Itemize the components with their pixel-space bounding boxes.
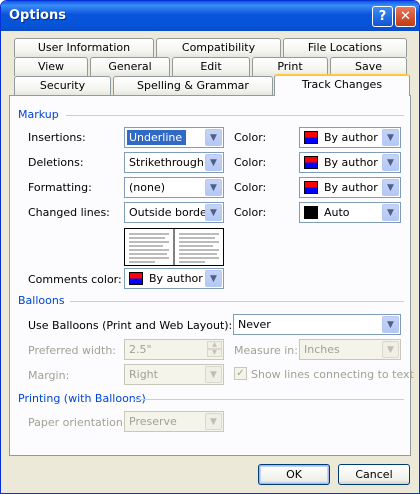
insertions-color-select[interactable]: By author ▼ [299,127,401,148]
insertions-color-label: Color: [234,131,267,144]
insertions-select[interactable]: Underline ▼ [124,127,224,148]
tab-user-information[interactable]: User Information [14,38,154,57]
formatting-color-value: By author [324,181,378,194]
changed-lines-value: Outside border [129,206,212,219]
show-lines-label: Show lines connecting to text [251,368,414,381]
color-swatch-icon [304,131,318,144]
changed-lines-select[interactable]: Outside border ▼ [124,202,224,223]
chevron-down-icon[interactable]: ▼ [205,179,222,196]
color-swatch-icon [304,156,318,169]
measure-in-label: Measure in: [234,344,298,357]
use-balloons-select[interactable]: Never ▼ [233,314,401,335]
tab-edit[interactable]: Edit [172,57,250,76]
insertions-color-value: By author [324,131,378,144]
color-swatch-icon [304,206,318,219]
chevron-down-icon[interactable]: ▼ [205,413,222,430]
measure-in-select[interactable]: Inches ▼ [299,339,401,360]
preferred-width-value: 2.5" [129,343,152,356]
tab-view[interactable]: View [14,57,88,76]
tab-spelling-grammar[interactable]: Spelling & Grammar [113,76,273,95]
comments-color-select[interactable]: By author ▼ [124,268,224,289]
chevron-down-icon[interactable]: ▼ [205,270,222,287]
preferred-width-label: Preferred width: [28,344,117,357]
deletions-color-label: Color: [234,156,267,169]
chevron-down-icon[interactable]: ▼ [382,204,399,221]
deletions-color-value: By author [324,156,378,169]
tab-file-locations[interactable]: File Locations [283,38,407,57]
paper-orientation-value: Preserve [129,415,177,428]
formatting-color-label: Color: [234,181,267,194]
color-swatch-icon [304,181,318,194]
tab-panel-track-changes: Markup Insertions: Underline ▼ Color: By… [9,95,414,456]
preview-lines-icon [129,229,219,265]
balloons-divider [70,301,404,302]
markup-heading: Markup [18,108,59,121]
tab-track-changes[interactable]: Track Changes [274,74,410,96]
deletions-select[interactable]: Strikethrough ▼ [124,152,224,173]
paper-orientation-select[interactable]: Preserve ▼ [124,411,224,432]
insertions-value: Underline [127,130,187,145]
deletions-color-select[interactable]: By author ▼ [299,152,401,173]
close-button[interactable]: ✕ [395,6,416,27]
printing-heading: Printing (with Balloons) [18,392,146,405]
spin-arrows-icon[interactable]: ▲ ▼ [207,341,222,358]
help-button[interactable]: ? [372,6,393,27]
changed-lines-color-value: Auto [324,206,350,219]
dialog-title: Options [9,8,66,23]
formatting-value: (none) [129,181,166,194]
options-dialog: Options ? ✕ User Information Compatibili… [0,0,420,494]
printing-divider [134,399,404,400]
chevron-down-icon[interactable]: ▼ [205,204,222,221]
chevron-down-icon[interactable]: ▼ [382,341,399,358]
margin-value: Right [129,368,158,381]
tab-compatibility[interactable]: Compatibility [156,38,281,57]
comments-color-value: By author [149,272,203,285]
formatting-select[interactable]: (none) ▼ [124,177,224,198]
use-balloons-value: Never [238,318,271,331]
formatting-label: Formatting: [28,181,92,194]
chevron-down-icon[interactable]: ▼ [205,129,222,146]
comments-color-label: Comments color: [28,273,122,286]
use-balloons-label: Use Balloons (Print and Web Layout): [28,319,233,332]
markup-divider [66,115,404,116]
insertions-label: Insertions: [28,131,86,144]
color-swatch-icon [129,272,143,285]
chevron-down-icon[interactable]: ▼ [382,179,399,196]
deletions-value: Strikethrough [129,156,204,169]
tab-security[interactable]: Security [14,76,111,95]
measure-in-value: Inches [304,343,340,356]
chevron-down-icon[interactable]: ▼ [382,316,399,333]
show-lines-checkbox[interactable]: ✓ [234,367,247,380]
paper-orientation-label: Paper orientation: [28,416,127,429]
chevron-down-icon[interactable]: ▼ [205,154,222,171]
formatting-color-select[interactable]: By author ▼ [299,177,401,198]
margin-label: Margin: [28,369,70,382]
ok-button[interactable]: OK [258,464,330,485]
margin-select[interactable]: Right ▼ [124,364,224,385]
balloons-heading: Balloons [18,294,65,307]
deletions-label: Deletions: [28,156,84,169]
changed-lines-color-select[interactable]: Auto ▼ [299,202,401,223]
tab-general[interactable]: General [90,57,170,76]
chevron-down-icon[interactable]: ▼ [382,154,399,171]
cancel-button[interactable]: Cancel [338,464,410,485]
changed-lines-preview [124,228,224,266]
title-bar[interactable]: Options ? ✕ [1,1,419,31]
chevron-down-icon[interactable]: ▼ [205,366,222,383]
preferred-width-spinner[interactable]: 2.5" ▲ ▼ [124,339,224,360]
changed-lines-color-label: Color: [234,206,267,219]
changed-lines-label: Changed lines: [28,206,110,219]
chevron-down-icon[interactable]: ▼ [382,129,399,146]
